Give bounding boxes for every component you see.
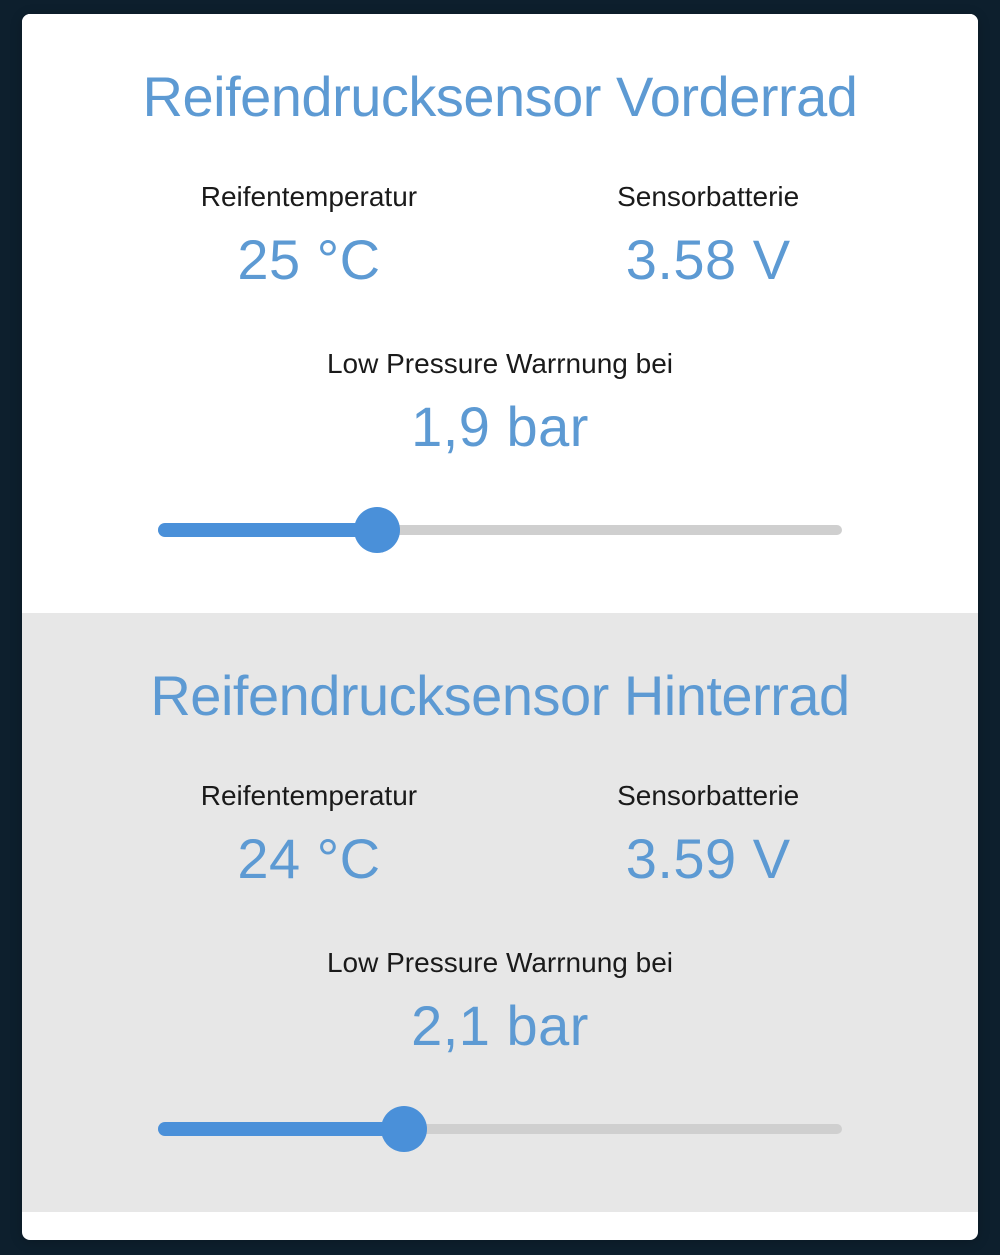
rear-warn-label: Low Pressure Warrnung bei (22, 947, 978, 979)
rear-battery-value: 3.59 V (626, 826, 791, 891)
front-warn-value: 1,9 bar (22, 394, 978, 459)
front-pressure-slider[interactable] (158, 507, 842, 553)
front-panel-title: Reifendrucksensor Vorderrad (22, 64, 978, 129)
front-battery-metric: Sensorbatterie 3.58 V (617, 181, 799, 292)
front-temp-metric: Reifentemperatur 25 °C (201, 181, 417, 292)
rear-battery-label: Sensorbatterie (617, 780, 799, 812)
rear-warn-value: 2,1 bar (22, 993, 978, 1058)
front-temp-value: 25 °C (237, 227, 380, 292)
rear-temp-label: Reifentemperatur (201, 780, 417, 812)
front-battery-value: 3.58 V (626, 227, 791, 292)
rear-pressure-slider[interactable] (158, 1106, 842, 1152)
front-wheel-panel: Reifendrucksensor Vorderrad Reifentemper… (22, 14, 978, 613)
rear-wheel-panel: Reifendrucksensor Hinterrad Reifentemper… (22, 613, 978, 1212)
front-warn-label: Low Pressure Warrnung bei (22, 348, 978, 380)
front-battery-label: Sensorbatterie (617, 181, 799, 213)
slider-thumb[interactable] (354, 507, 400, 553)
rear-temp-metric: Reifentemperatur 24 °C (201, 780, 417, 891)
slider-fill (158, 523, 377, 537)
front-temp-label: Reifentemperatur (201, 181, 417, 213)
rear-metrics-row: Reifentemperatur 24 °C Sensorbatterie 3.… (22, 780, 978, 891)
sensor-card: Reifendrucksensor Vorderrad Reifentemper… (22, 14, 978, 1240)
rear-battery-metric: Sensorbatterie 3.59 V (617, 780, 799, 891)
rear-panel-title: Reifendrucksensor Hinterrad (22, 663, 978, 728)
front-metrics-row: Reifentemperatur 25 °C Sensorbatterie 3.… (22, 181, 978, 292)
rear-temp-value: 24 °C (237, 826, 380, 891)
slider-thumb[interactable] (381, 1106, 427, 1152)
slider-fill (158, 1122, 404, 1136)
